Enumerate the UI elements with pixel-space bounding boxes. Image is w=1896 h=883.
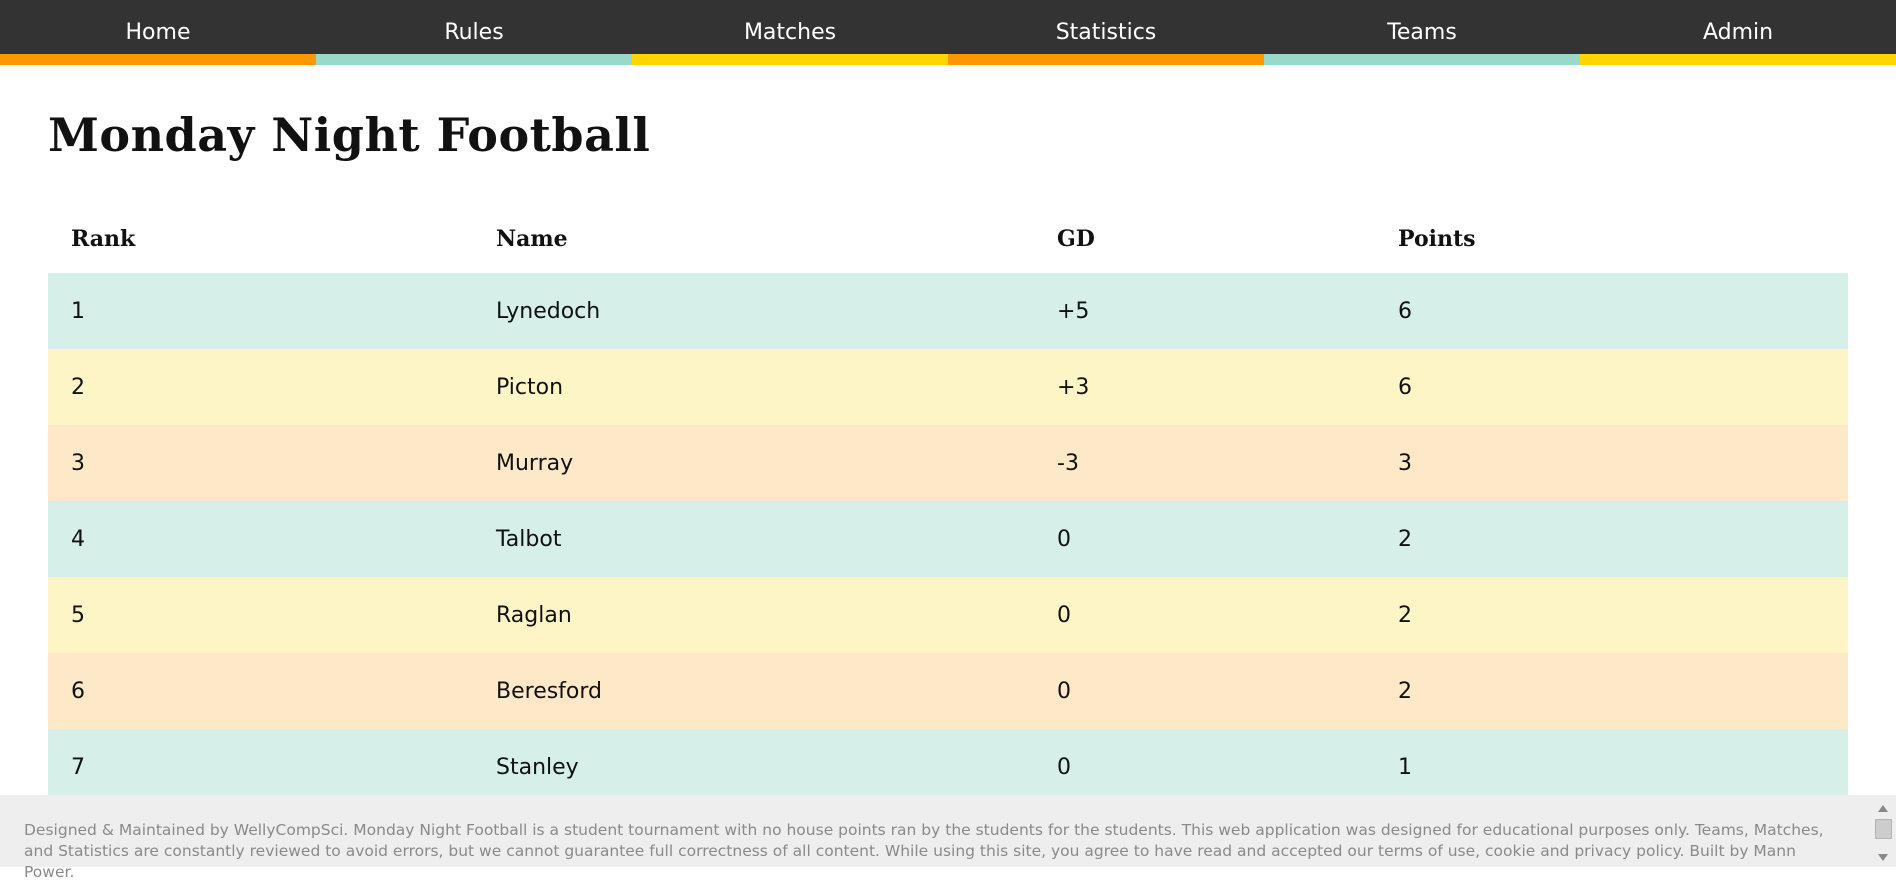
team-name-cell: Talbot bbox=[496, 526, 562, 552]
team-name-cell: Murray bbox=[496, 450, 574, 476]
scroll-thumb[interactable] bbox=[1875, 819, 1892, 839]
goal-difference-cell: 0 bbox=[1057, 678, 1071, 704]
nav-item-teams[interactable]: Teams bbox=[1264, 0, 1580, 65]
team-name-cell: Lynedoch bbox=[496, 298, 601, 324]
points-cell: 2 bbox=[1398, 602, 1412, 628]
column-header-points: Points bbox=[1398, 226, 1476, 252]
goal-difference-cell: -3 bbox=[1057, 450, 1079, 476]
table-row: 6 Beresford 0 2 bbox=[48, 653, 1848, 729]
goal-difference-cell: +3 bbox=[1057, 374, 1090, 400]
points-cell: 2 bbox=[1398, 526, 1412, 552]
points-cell: 2 bbox=[1398, 678, 1412, 704]
nav-item-label: Statistics bbox=[1055, 20, 1157, 45]
team-name-cell: Beresford bbox=[496, 678, 603, 704]
table-row: 5 Raglan 0 2 bbox=[48, 577, 1848, 653]
team-name-cell: Stanley bbox=[496, 754, 579, 780]
nav-item-label: Matches bbox=[743, 20, 837, 45]
nav-item-label: Rules bbox=[444, 20, 504, 45]
points-cell: 6 bbox=[1398, 374, 1412, 400]
footer-scrollbar[interactable] bbox=[1870, 795, 1896, 867]
rank-cell: 3 bbox=[71, 450, 85, 476]
points-cell: 1 bbox=[1398, 754, 1412, 780]
team-name-cell: Raglan bbox=[496, 602, 572, 628]
goal-difference-cell: 0 bbox=[1057, 754, 1071, 780]
top-navigation: Home Rules Matches Statistics Teams Admi… bbox=[0, 0, 1896, 65]
nav-item-statistics[interactable]: Statistics bbox=[948, 0, 1264, 65]
table-header-row: Rank Name GD Points bbox=[48, 205, 1848, 273]
standings-table: Rank Name GD Points 1 Lynedoch +5 6 2 Pi… bbox=[48, 205, 1848, 805]
rank-cell: 5 bbox=[71, 602, 85, 628]
nav-item-label: Admin bbox=[1702, 20, 1774, 45]
scroll-up-arrow-icon[interactable] bbox=[1878, 805, 1888, 812]
rank-cell: 7 bbox=[71, 754, 85, 780]
goal-difference-cell: +5 bbox=[1057, 298, 1090, 324]
rank-cell: 6 bbox=[71, 678, 85, 704]
points-cell: 6 bbox=[1398, 298, 1412, 324]
nav-item-label: Teams bbox=[1387, 20, 1457, 45]
goal-difference-cell: 0 bbox=[1057, 602, 1071, 628]
goal-difference-cell: 0 bbox=[1057, 526, 1071, 552]
table-row: 4 Talbot 0 2 bbox=[48, 501, 1848, 577]
nav-item-matches[interactable]: Matches bbox=[632, 0, 948, 65]
team-name-cell: Picton bbox=[496, 374, 564, 400]
column-header-name: Name bbox=[496, 226, 568, 252]
scroll-down-arrow-icon[interactable] bbox=[1878, 854, 1888, 861]
table-row: 2 Picton +3 6 bbox=[48, 349, 1848, 425]
footer-text: Designed & Maintained by WellyCompSci. M… bbox=[24, 821, 1824, 881]
nav-item-label: Home bbox=[125, 20, 191, 45]
rank-cell: 2 bbox=[71, 374, 85, 400]
table-row: 3 Murray -3 3 bbox=[48, 425, 1848, 501]
site-footer: Designed & Maintained by WellyCompSci. M… bbox=[0, 795, 1896, 881]
nav-item-home[interactable]: Home bbox=[0, 0, 316, 65]
page-title: Monday Night Football bbox=[48, 108, 651, 162]
nav-item-admin[interactable]: Admin bbox=[1580, 0, 1896, 65]
points-cell: 3 bbox=[1398, 450, 1412, 476]
rank-cell: 1 bbox=[71, 298, 85, 324]
rank-cell: 4 bbox=[71, 526, 85, 552]
column-header-gd: GD bbox=[1057, 226, 1095, 252]
table-row: 1 Lynedoch +5 6 bbox=[48, 273, 1848, 349]
nav-item-rules[interactable]: Rules bbox=[316, 0, 632, 65]
column-header-rank: Rank bbox=[71, 226, 136, 252]
table-row: 7 Stanley 0 1 bbox=[48, 729, 1848, 805]
